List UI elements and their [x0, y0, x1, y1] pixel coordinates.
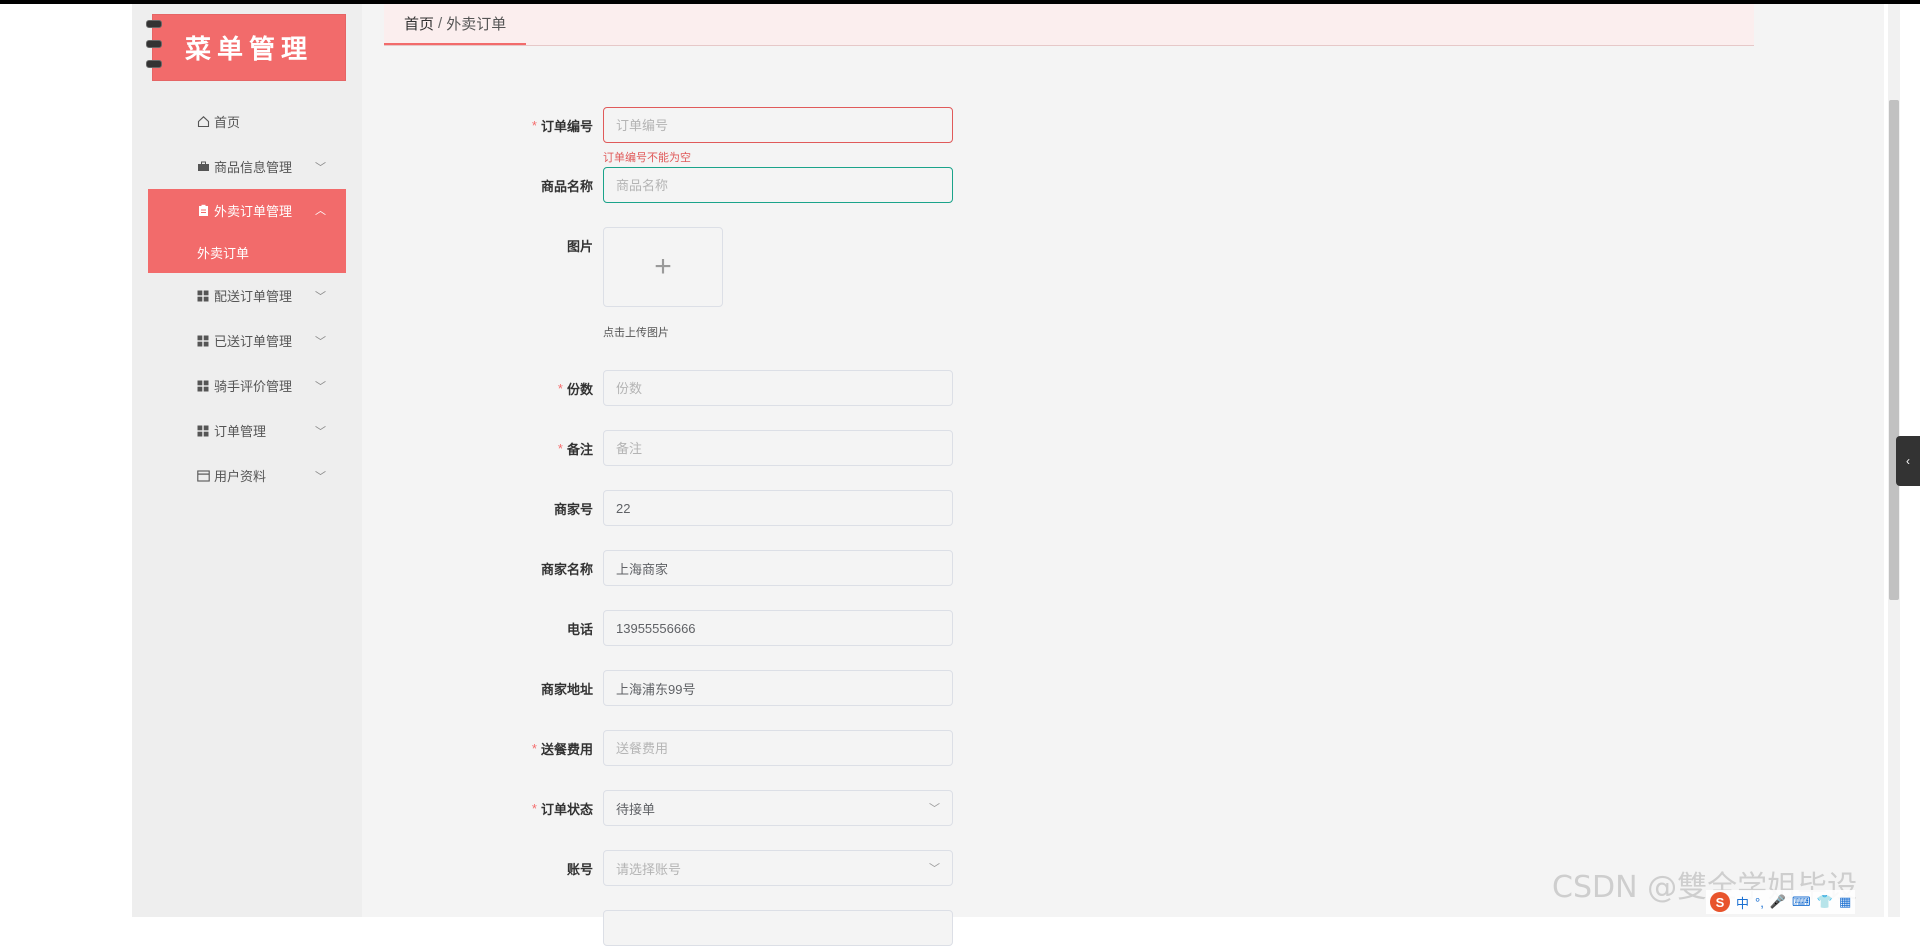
skin-icon[interactable]: 👕 [1817, 894, 1833, 910]
sidebar-item-label: 首页 [214, 115, 241, 130]
briefcase-icon [196, 160, 210, 174]
image-label: 图片 [566, 238, 593, 254]
chevron-left-icon: ‹ [1906, 454, 1910, 468]
side-panel-toggle[interactable]: ‹ [1896, 436, 1920, 486]
sidebar-item-orders[interactable]: 订单管理 ﹀ [148, 408, 346, 453]
merchant-name-input[interactable] [603, 550, 953, 586]
sidebar: 菜单管理 首页 商品信息管理 ﹀ 外卖订单管理 ︿ 外卖订单 配送订单管理 ﹀ … [132, 4, 362, 917]
account-placeholder: 请选择账号 [616, 861, 682, 877]
account-select[interactable]: 请选择账号 ﹀ [603, 850, 953, 886]
sidebar-item-user-profile[interactable]: 用户资料 ﹀ [148, 453, 346, 498]
ime-toolbar[interactable]: S 中 °, 🎤 ⌨ 👕 ▦ [1706, 890, 1856, 914]
sidebar-item-label: 已送订单管理 [214, 334, 293, 349]
sidebar-item-product-info[interactable]: 商品信息管理 ﹀ [148, 144, 346, 189]
chevron-down-icon: ﹀ [929, 803, 940, 815]
sidebar-item-rider-reviews[interactable]: 骑手评价管理 ﹀ [148, 363, 346, 408]
breadcrumb: 首页 / 外卖订单 [384, 4, 527, 45]
sidebar-subitem-label: 外卖订单 [197, 245, 250, 261]
order-status-select[interactable]: 待接单 ﹀ [603, 790, 953, 826]
notebook-rings [146, 20, 162, 68]
sidebar-item-delivered-orders[interactable]: 已送订单管理 ﹀ [148, 318, 346, 363]
order-status-label: * 订单状态 [531, 800, 593, 817]
grid-icon [196, 424, 210, 438]
logo-text: 菜单管理 [184, 35, 313, 65]
chevron-down-icon: ﹀ [315, 380, 326, 393]
clipboard-icon [196, 203, 210, 217]
sidebar-item-label: 用户资料 [214, 469, 267, 484]
ime-punctuation[interactable]: °, [1755, 895, 1764, 910]
scrollbar-thumb[interactable] [1889, 100, 1899, 600]
toolbox-icon[interactable]: ▦ [1839, 894, 1851, 910]
account-label: 账号 [566, 861, 593, 877]
sidebar-subitem-takeout-order[interactable]: 外卖订单 [148, 231, 346, 273]
grid-icon [196, 379, 210, 393]
microphone-icon[interactable]: 🎤 [1770, 894, 1786, 910]
merchant-address-input[interactable] [603, 670, 953, 706]
sidebar-menu: 首页 商品信息管理 ﹀ 外卖订单管理 ︿ 外卖订单 配送订单管理 ﹀ 已送订单管… [148, 99, 346, 498]
sidebar-item-label: 外卖订单管理 [214, 203, 293, 219]
chevron-down-icon: ﹀ [315, 290, 326, 303]
quantity-label: * 份数 [557, 380, 593, 397]
chevron-down-icon: ﹀ [315, 335, 326, 348]
chevron-down-icon: ﹀ [929, 863, 940, 875]
merchant-no-label: 商家号 [553, 501, 593, 517]
page-gutter [0, 4, 132, 917]
sidebar-item-home[interactable]: 首页 [148, 99, 346, 144]
order-no-label: * 订单编号 [531, 117, 593, 134]
upload-tip: 点击上传图片 [603, 327, 669, 339]
sogou-logo-icon: S [1710, 892, 1730, 912]
delivery-fee-input[interactable] [603, 730, 953, 766]
chevron-up-icon: ︿ [315, 205, 326, 217]
product-name-label: 商品名称 [540, 178, 593, 194]
merchant-address-label: 商家地址 [540, 681, 593, 697]
grid-icon [196, 334, 210, 348]
ime-chinese-mode[interactable]: 中 [1736, 893, 1749, 912]
order-status-value: 待接单 [616, 801, 656, 817]
merchant-name-label: 商家名称 [540, 561, 593, 577]
sidebar-item-label: 配送订单管理 [214, 289, 293, 304]
chevron-down-icon: ﹀ [315, 161, 326, 174]
home-icon [196, 115, 210, 129]
main-content: 首页 / 外卖订单 *订单编号 订单编号不能为空 商品名称 图片 + 点击上传图… [362, 4, 1884, 946]
order-no-error: 订单编号不能为空 [603, 152, 691, 164]
order-no-input[interactable] [603, 107, 953, 143]
sidebar-item-takeout-orders[interactable]: 外卖订单管理 ︿ [148, 189, 346, 231]
breadcrumb-separator: / [438, 15, 443, 32]
breadcrumb-home[interactable]: 首页 [404, 13, 434, 34]
chevron-down-icon: ﹀ [315, 425, 326, 438]
card-icon [196, 469, 210, 483]
chevron-down-icon: ﹀ [315, 470, 326, 483]
phone-label: 电话 [566, 621, 593, 637]
plus-icon: + [654, 250, 672, 283]
delivery-fee-label: * 送餐费用 [531, 740, 593, 757]
keyboard-icon[interactable]: ⌨ [1792, 894, 1811, 910]
tab-bar: 首页 / 外卖订单 [384, 4, 1754, 46]
remark-input[interactable] [603, 430, 953, 466]
next-field-input[interactable] [603, 910, 953, 946]
logo: 菜单管理 [146, 14, 346, 81]
sidebar-item-label: 骑手评价管理 [214, 379, 293, 394]
product-name-input[interactable] [603, 167, 953, 203]
sidebar-item-label: 商品信息管理 [214, 160, 293, 175]
grid-icon [196, 289, 210, 303]
merchant-no-input[interactable] [603, 490, 953, 526]
sidebar-item-delivery-orders[interactable]: 配送订单管理 ﹀ [148, 273, 346, 318]
remark-label: * 备注 [557, 440, 593, 457]
image-upload-button[interactable]: + [603, 227, 723, 307]
sidebar-item-label: 订单管理 [214, 424, 267, 439]
phone-input[interactable] [603, 610, 953, 646]
quantity-input[interactable] [603, 370, 953, 406]
breadcrumb-current: 外卖订单 [446, 16, 507, 33]
